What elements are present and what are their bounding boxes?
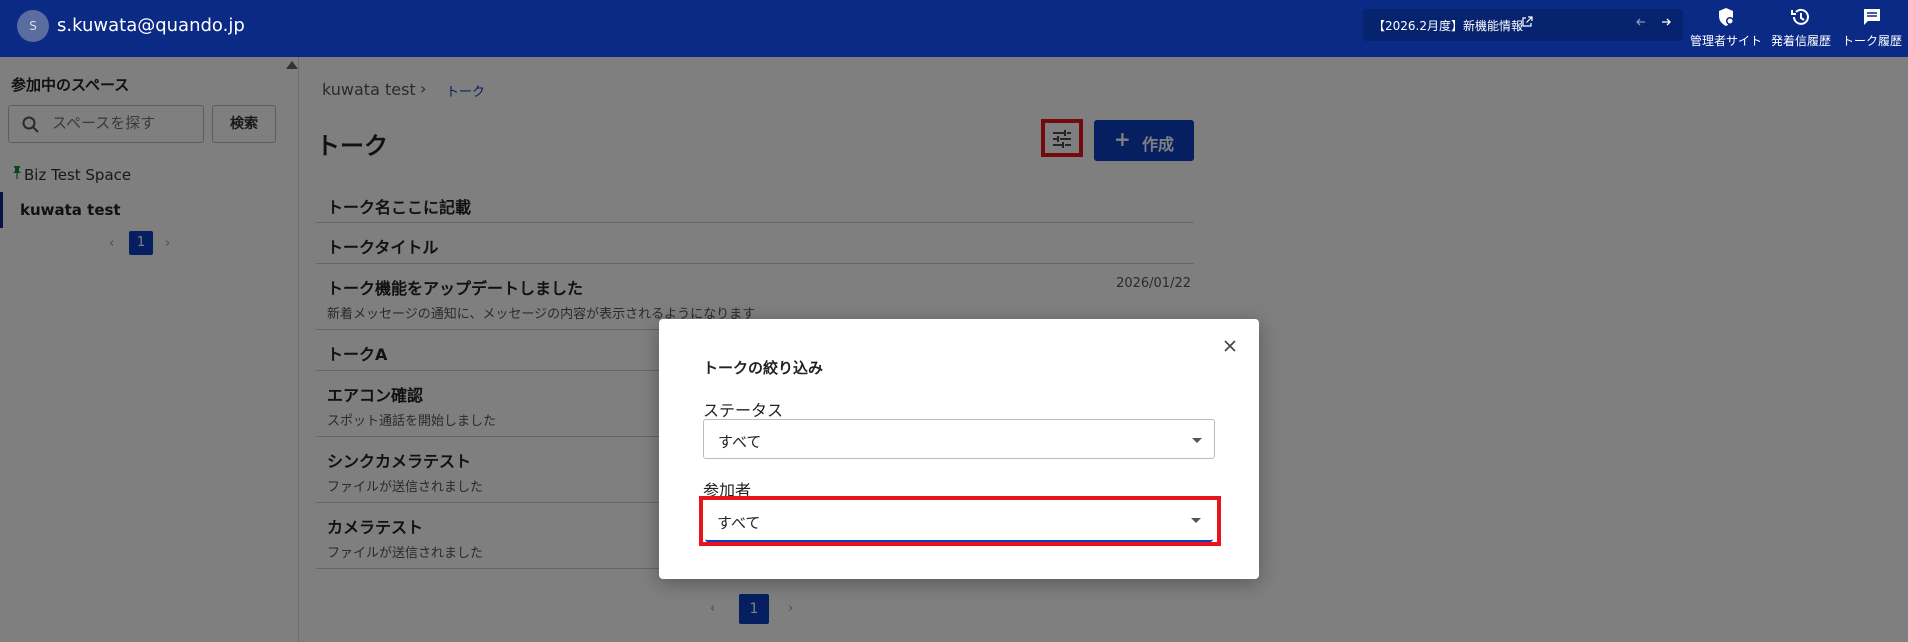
arrow-left-icon[interactable]	[1635, 16, 1647, 28]
talk-history-button[interactable]: トーク履歴	[1840, 2, 1904, 54]
news-text[interactable]: 【2026.2月度】新機能情報	[1373, 17, 1523, 34]
news-banner[interactable]: 【2026.2月度】新機能情報	[1363, 9, 1683, 41]
status-label: ステータス	[703, 401, 784, 420]
caret-down-icon	[1192, 438, 1202, 443]
caret-down-icon	[1191, 518, 1201, 523]
external-link-icon	[1522, 16, 1533, 27]
send-history-button[interactable]: 発着信履歴	[1766, 2, 1836, 54]
participant-select[interactable]: すべて	[705, 500, 1213, 542]
status-select[interactable]: すべて	[703, 419, 1215, 459]
admin-site-button[interactable]: 管理者サイト	[1690, 2, 1762, 54]
top-header: S s.kuwata@quando.jp 【2026.2月度】新機能情報 管理者…	[0, 0, 1908, 57]
shield-icon	[1719, 8, 1734, 26]
user-email[interactable]: s.kuwata@quando.jp	[57, 15, 245, 36]
chat-icon	[1864, 9, 1880, 25]
close-icon[interactable]	[1222, 338, 1238, 354]
history-icon	[1791, 8, 1809, 25]
dialog-title: トークの絞り込み	[703, 359, 824, 377]
avatar[interactable]: S	[17, 10, 49, 42]
filter-dialog: トークの絞り込み ステータス すべて 参加者 すべて	[659, 319, 1259, 579]
arrow-right-icon[interactable]	[1660, 16, 1672, 28]
